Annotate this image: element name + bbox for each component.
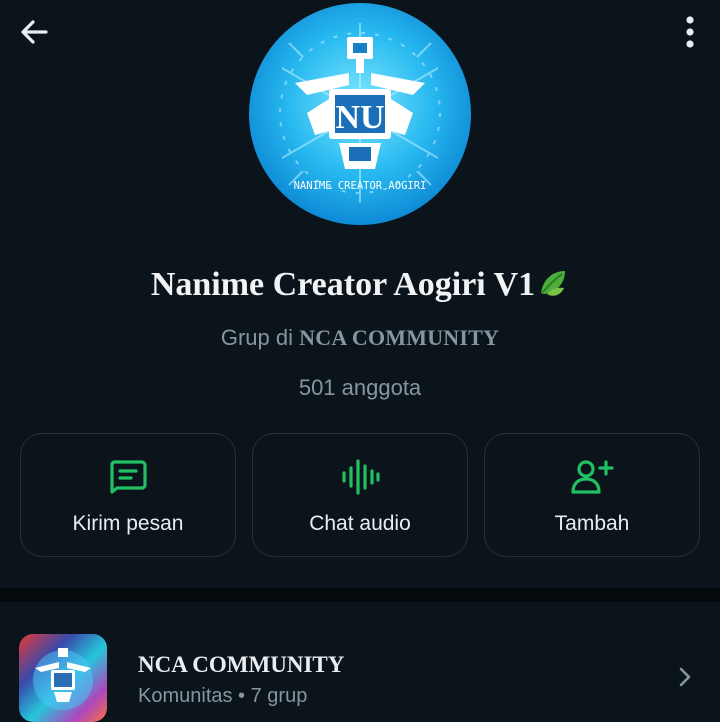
arrow-left-icon <box>21 20 48 44</box>
member-count[interactable]: 501 anggota <box>0 375 720 401</box>
group-title: Nanime Creator Aogiri V1 <box>0 266 720 308</box>
more-options-button[interactable] <box>670 12 710 52</box>
community-row[interactable]: NCA COMMUNITY Komunitas • 7 grup <box>0 602 720 722</box>
add-person-icon <box>571 460 614 494</box>
audio-chat-button[interactable]: Chat audio <box>252 433 468 557</box>
community-name: NCA COMMUNITY <box>138 652 345 677</box>
group-logo-image: NU NANIME CREATOR AOGIRI <box>249 3 471 225</box>
audio-wave-icon <box>342 459 380 495</box>
back-button[interactable] <box>14 12 54 52</box>
community-avatar <box>19 634 107 722</box>
group-avatar[interactable]: NU NANIME CREATOR AOGIRI <box>249 3 471 225</box>
logo-letters: NU <box>335 99 384 136</box>
audio-chat-label: Chat audio <box>309 512 411 535</box>
add-member-label: Tambah <box>554 512 630 535</box>
send-message-button[interactable]: Kirim pesan <box>20 433 236 557</box>
group-subtitle: Grup di NCA COMMUNITY <box>0 325 720 351</box>
send-message-label: Kirim pesan <box>72 512 184 535</box>
section-divider <box>0 588 720 602</box>
subtitle-prefix: Grup di <box>220 325 294 350</box>
more-vertical-icon <box>686 16 694 48</box>
community-meta: Komunitas • 7 grup <box>138 685 308 707</box>
chevron-right-icon <box>679 667 691 687</box>
subtitle-community-link[interactable]: NCA COMMUNITY <box>299 325 499 350</box>
leaf-emoji-icon <box>537 267 569 308</box>
logo-caption: NANIME CREATOR AOGIRI <box>294 180 427 192</box>
message-icon <box>110 460 147 494</box>
community-logo-image <box>19 634 107 722</box>
add-member-button[interactable]: Tambah <box>484 433 700 557</box>
group-title-text: Nanime Creator Aogiri V1 <box>150 266 536 303</box>
